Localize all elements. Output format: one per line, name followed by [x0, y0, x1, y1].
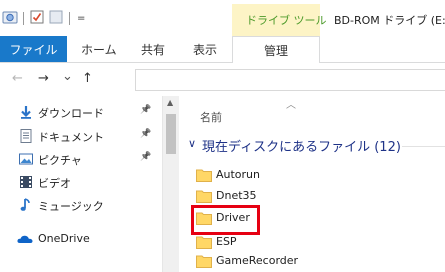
explorer-app-icon[interactable] — [2, 9, 18, 28]
nav-item-label: ピクチャ — [38, 154, 82, 167]
folder-icon — [196, 189, 212, 203]
address-bar-row: ← → ⌄ ↑ — [0, 63, 445, 96]
nav-item-music[interactable]: ミュージック — [0, 194, 160, 216]
title-bar: = ドライブ ツール BD-ROM ドライブ (E:) — [0, 0, 445, 36]
window-title: BD-ROM ドライブ (E:) — [334, 14, 445, 27]
folder-icon — [196, 254, 212, 268]
nav-item-label: ビデオ — [38, 177, 71, 190]
navigation-pane: ダウンロード 📌 ドキュメント 📌 ピクチャ 📌 ビデオ ミュージック OneD… — [0, 96, 162, 272]
file-name: Dnet35 — [216, 189, 257, 202]
nav-item-documents[interactable]: ドキュメント 📌 — [0, 125, 160, 147]
nav-item-label: ミュージック — [38, 200, 104, 213]
new-folder-icon[interactable] — [48, 9, 64, 28]
scroll-up-arrow-icon[interactable]: ▲ — [167, 98, 173, 107]
group-label: 現在ディスクにあるファイル (12) — [202, 140, 401, 155]
tab-share[interactable]: 共有 — [141, 36, 165, 62]
file-row-dnet35[interactable]: Dnet35 — [180, 187, 445, 205]
nav-pane-scrollbar[interactable]: ▲ — [162, 96, 179, 272]
tab-manage[interactable]: 管理 — [232, 36, 320, 63]
file-row-autorun[interactable]: Autorun — [180, 166, 445, 184]
column-header-name[interactable]: 名前 — [200, 109, 222, 125]
chevron-down-icon[interactable]: ∨ — [188, 137, 196, 150]
nav-item-label: ドキュメント — [38, 131, 104, 144]
qat-separator — [69, 11, 70, 25]
folder-icon — [196, 235, 212, 249]
download-arrow-icon — [18, 104, 34, 120]
group-divider — [402, 146, 445, 147]
recent-locations-button[interactable]: ⌄ — [62, 69, 73, 84]
document-icon — [18, 128, 34, 144]
up-button[interactable]: ↑ — [82, 71, 93, 86]
file-row-driver[interactable]: Driver — [180, 209, 445, 227]
ribbon-tabs: ファイル ホーム 共有 表示 管理 — [0, 36, 445, 63]
folder-icon — [196, 211, 212, 225]
video-icon — [18, 174, 34, 190]
pin-icon[interactable]: 📌 — [140, 105, 151, 115]
file-name: Driver — [216, 211, 250, 224]
nav-item-videos[interactable]: ビデオ — [0, 171, 160, 193]
context-tab-group-label: ドライブ ツール — [246, 14, 327, 27]
group-header[interactable]: ∨ 現在ディスクにあるファイル (12) — [180, 134, 445, 156]
file-name: Autorun — [216, 168, 261, 181]
nav-item-onedrive[interactable]: OneDrive — [0, 228, 160, 250]
file-row-esp[interactable]: ESP — [180, 233, 445, 251]
onedrive-cloud-icon — [16, 231, 33, 247]
tab-file[interactable]: ファイル — [0, 36, 67, 62]
pictures-icon — [18, 151, 34, 167]
nav-item-label: ダウンロード — [38, 107, 104, 120]
nav-item-label: OneDrive — [38, 232, 90, 245]
file-name: ESP — [216, 235, 237, 248]
back-button[interactable]: ← — [12, 71, 23, 86]
forward-button[interactable]: → — [38, 71, 49, 86]
nav-item-downloads[interactable]: ダウンロード 📌 — [0, 101, 160, 123]
address-input[interactable] — [135, 69, 445, 91]
file-row-gamerecorder[interactable]: GameRecorder — [180, 252, 445, 270]
scroll-thumb[interactable] — [166, 114, 176, 154]
pin-icon[interactable]: 📌 — [140, 129, 151, 139]
customize-dropdown-icon[interactable]: = — [77, 13, 85, 24]
quick-access-toolbar: = — [2, 8, 85, 28]
file-name: GameRecorder — [216, 254, 299, 267]
sort-ascending-icon: ︿ — [286, 100, 296, 111]
nav-item-pictures[interactable]: ピクチャ 📌 — [0, 148, 160, 170]
pin-icon[interactable]: 📌 — [140, 152, 151, 162]
folder-icon — [196, 168, 212, 182]
tab-view[interactable]: 表示 — [193, 36, 217, 62]
music-note-icon — [18, 197, 34, 213]
qat-separator — [23, 11, 24, 25]
file-list-pane: ︿ 名前 ∨ 現在ディスクにあるファイル (12) Autorun Dnet35… — [180, 96, 445, 272]
properties-check-icon[interactable] — [29, 9, 45, 28]
tab-home[interactable]: ホーム — [81, 36, 117, 62]
